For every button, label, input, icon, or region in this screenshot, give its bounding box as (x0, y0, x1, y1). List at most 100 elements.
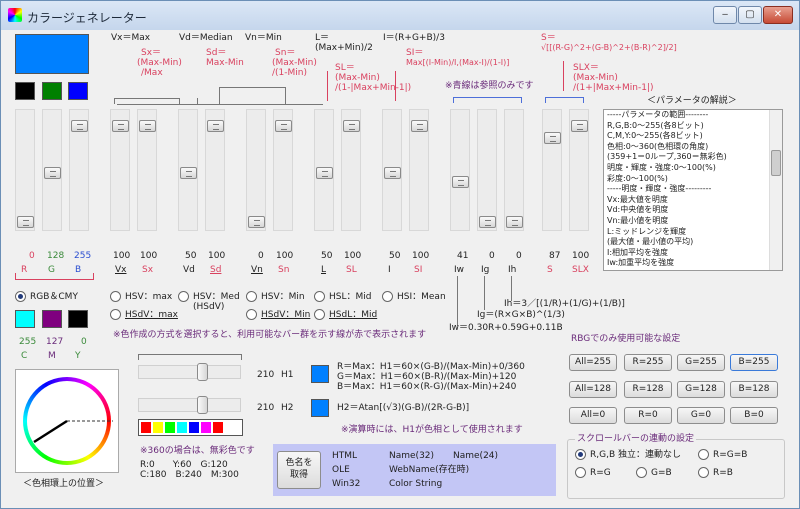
close-button[interactable]: ✕ (763, 6, 793, 24)
radio-rgb-independent[interactable] (575, 449, 586, 460)
maximize-button[interactable]: ▢ (738, 6, 762, 24)
radio-hsv-max[interactable] (110, 291, 121, 302)
formula-sl-3: /(1-|Max+Min-1|) (335, 83, 412, 93)
r-128-button[interactable]: R=128 (624, 381, 672, 398)
radio-hsi-mean[interactable] (382, 291, 393, 302)
slider-vx[interactable] (110, 109, 130, 231)
b-128-button[interactable]: B=128 (730, 381, 778, 398)
radio-rgb-cmy[interactable] (15, 291, 26, 302)
h2-label: H2 (281, 403, 294, 413)
g-255-button[interactable]: G=255 (677, 354, 725, 371)
param-line: 彩度:0～100(%) (607, 173, 668, 183)
slider-h1[interactable] (138, 363, 241, 381)
param-scrollbar[interactable] (769, 110, 782, 270)
slider-sd[interactable] (205, 109, 225, 231)
slider-r[interactable] (15, 109, 35, 231)
g-128-button[interactable]: G=128 (677, 381, 725, 398)
radio-r-g[interactable] (575, 467, 586, 478)
value-sn: 100 (276, 251, 294, 261)
value-vx: 100 (113, 251, 131, 261)
formula-si-1: SI＝ (406, 48, 424, 58)
slider-sn[interactable] (273, 109, 293, 231)
app-window: カラージェネレーター ‒ ▢ ✕ Vx＝Max Vd＝Median Vn＝Min… (0, 0, 800, 509)
all-128-button[interactable]: All=128 (569, 381, 617, 398)
formula-i: I＝(R+G+B)/3 (383, 33, 445, 43)
value-r: 0 (29, 251, 35, 261)
win32-label: Win32 (332, 479, 361, 489)
slider-s[interactable] (542, 109, 562, 231)
radio-hsl-mid[interactable] (314, 291, 325, 302)
value-sd: 100 (208, 251, 226, 261)
label-r: R (21, 265, 28, 275)
radio-hsdv-min-label: HSdV：Min (261, 310, 311, 320)
radio-hsdv-max[interactable] (110, 309, 121, 320)
title-bar: カラージェネレーター ‒ ▢ ✕ (1, 1, 799, 30)
h1-label: H1 (281, 370, 294, 380)
r-0-button[interactable]: R=0 (624, 407, 672, 424)
radio-hsv-med-sub: (HSdV) (193, 302, 225, 312)
red-swatch (15, 82, 35, 100)
value-l: 50 (321, 251, 333, 261)
param-line: C,M,Y:0～255(各8ビット) (607, 131, 703, 141)
formula-sn-1: Sn＝ (275, 48, 296, 58)
scroll-link-title: スクロールバーの連動の設定 (575, 434, 697, 444)
param-list[interactable]: -----パラメータの範囲-------- R,G,B:0～255(各8ビット)… (603, 109, 783, 271)
formula-l-1: L＝ (315, 33, 330, 43)
slider-si[interactable] (409, 109, 429, 231)
color-preview (15, 34, 89, 74)
radio-g-b[interactable] (636, 467, 647, 478)
formula-sx-3: /Max (141, 68, 163, 78)
r-255-button[interactable]: R=255 (624, 354, 672, 371)
formula-ig: Ig＝(R×G×B)^(1/3) (477, 310, 565, 320)
hue-wheel-caption: ＜色相環上の位置＞ (23, 479, 105, 489)
hue-wheel-panel (15, 369, 119, 473)
all-255-button[interactable]: All=255 (569, 354, 617, 371)
param-line: -----明度・輝度・強度--------- (607, 184, 712, 194)
minimize-button[interactable]: ‒ (713, 6, 737, 24)
radio-r-g-b[interactable] (698, 449, 709, 460)
radio-hsv-min[interactable] (246, 291, 257, 302)
slider-ig[interactable] (477, 109, 497, 231)
formula-iw: Iw＝0.30R+0.59G+0.11B (449, 323, 563, 333)
formula-sx-2: (Max-Min) (137, 58, 182, 68)
label-vd: Vd (183, 265, 195, 275)
radio-hsdl-mid-label: HSdL：Mid (329, 310, 378, 320)
radio-r-b[interactable] (698, 467, 709, 478)
b-0-button[interactable]: B=0 (730, 407, 778, 424)
slider-vn[interactable] (246, 109, 266, 231)
h1-formula-g: G＝Max：H1＝60×(B-R)/(Max-Min)+120 (337, 372, 517, 382)
get-color-name-button[interactable]: 色名を 取得 (277, 451, 321, 489)
value-b: 255 (74, 251, 92, 261)
label-vx: Vx (115, 265, 127, 275)
radio-rgb-cmy-label: RGB＆CMY (30, 292, 78, 302)
slider-h2[interactable] (138, 396, 241, 414)
slider-g[interactable] (42, 109, 62, 231)
slider-i[interactable] (382, 109, 402, 231)
g-0-button[interactable]: G=0 (677, 407, 725, 424)
green-swatch (42, 82, 62, 100)
formula-sd-1: Sd＝ (206, 48, 227, 58)
slider-slx[interactable] (569, 109, 589, 231)
value-iw: 41 (457, 251, 469, 261)
b-255-button[interactable]: B=255 (730, 354, 778, 371)
hue-wheel (23, 377, 113, 465)
slider-l[interactable] (314, 109, 334, 231)
radio-hsdv-max-label: HSdV：max (125, 310, 178, 320)
value-s: 87 (549, 251, 561, 261)
radio-hsv-med[interactable] (178, 291, 189, 302)
all-0-button[interactable]: All=0 (569, 407, 617, 424)
value-slx: 100 (572, 251, 590, 261)
formula-si-2: Max[(I-Min)/I,(Max-I)/(1-I)] (406, 58, 510, 67)
slider-ih[interactable] (504, 109, 524, 231)
param-title: ＜パラメータの解説＞ (647, 96, 737, 106)
slider-sx[interactable] (137, 109, 157, 231)
label-slx: SLX (572, 265, 589, 275)
radio-hsdl-mid[interactable] (314, 309, 325, 320)
h2-value: 210 (257, 403, 275, 413)
slider-iw[interactable] (450, 109, 470, 231)
slider-b[interactable] (69, 109, 89, 231)
radio-hsl-mid-label: HSL：Mid (329, 292, 372, 302)
slider-vd[interactable] (178, 109, 198, 231)
radio-hsdv-min[interactable] (246, 309, 257, 320)
slider-sl[interactable] (341, 109, 361, 231)
